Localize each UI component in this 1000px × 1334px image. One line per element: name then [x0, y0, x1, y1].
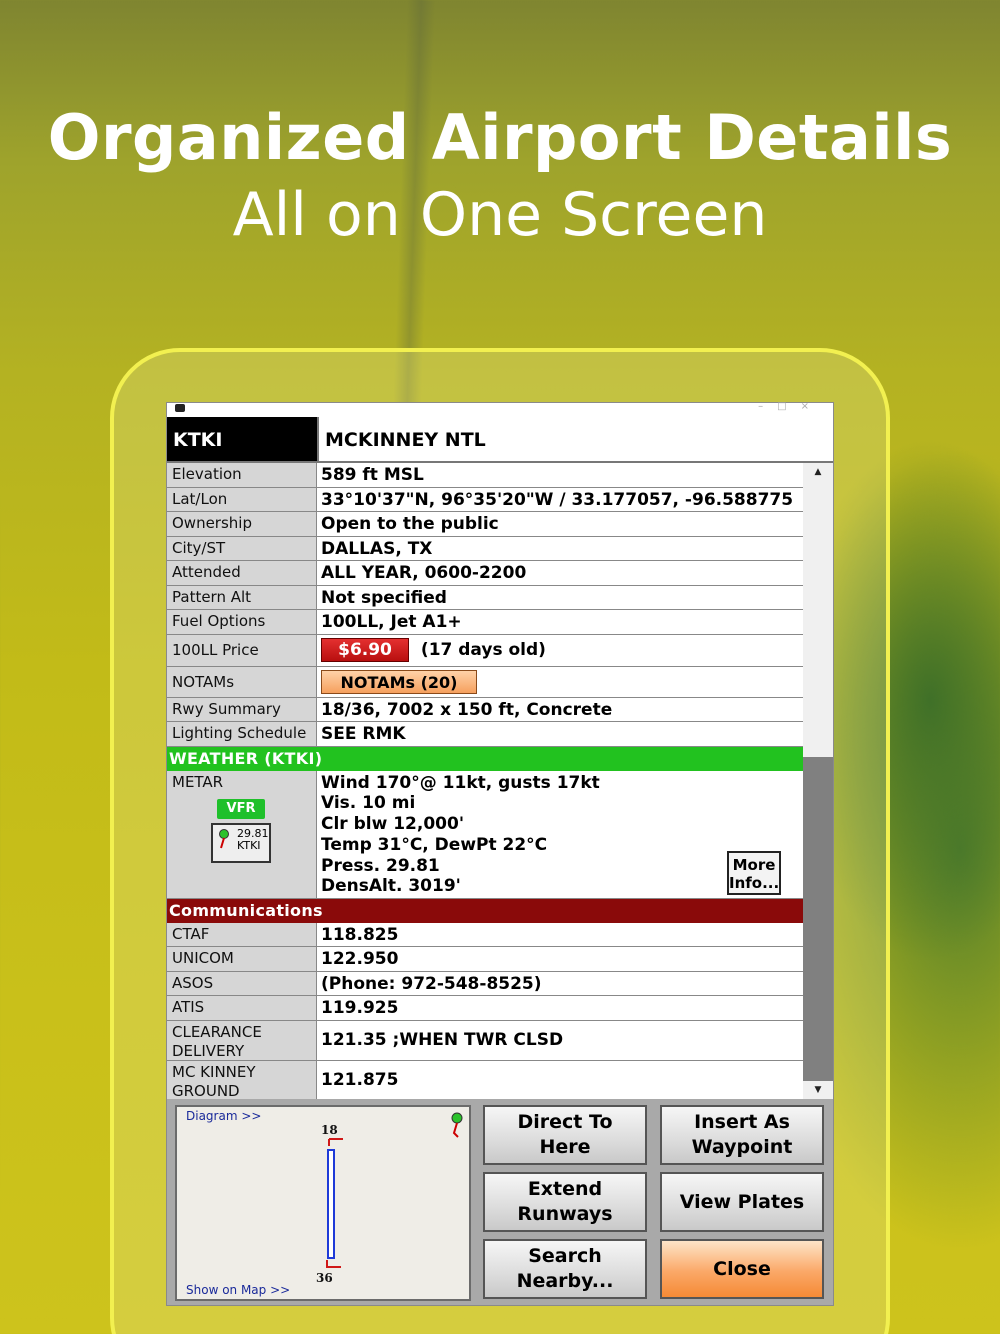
- metar-line: Wind 170°@ 11kt, gusts 17kt: [321, 772, 600, 793]
- row-label: Rwy Summary: [167, 697, 317, 721]
- airport-header: KTKI MCKINNEY NTL: [167, 417, 833, 463]
- detail-row: CTAF 118.825: [167, 922, 803, 947]
- detail-row: Fuel Options 100LL, Jet A1+: [167, 610, 803, 635]
- notams-row: NOTAMs NOTAMs (20): [167, 666, 803, 698]
- hero-subtitle: All on One Screen: [232, 180, 768, 250]
- price-row: 100LL Price $6.90 (17 days old): [167, 634, 803, 667]
- station-pin-icon: [219, 828, 229, 848]
- row-label: ASOS: [167, 971, 317, 995]
- details-list[interactable]: Elevation 589 ft MSL Lat/Lon 33°10'37"N, 96…: [167, 463, 803, 1099]
- row-label: City/ST: [167, 536, 317, 560]
- airport-name: MCKINNEY NTL: [317, 417, 833, 461]
- row-value: 18/36, 7002 x 150 ft, Concrete: [321, 699, 613, 720]
- hero-heading: Organized Airport Details All on One Scr…: [0, 100, 1000, 254]
- runway-18-label: 18: [321, 1123, 338, 1137]
- insert-waypoint-button[interactable]: Insert As Waypoint: [660, 1105, 824, 1165]
- row-value: Open to the public: [321, 514, 499, 534]
- row-label: Lat/Lon: [167, 487, 317, 511]
- hero-title: Organized Airport Details: [47, 101, 953, 174]
- view-plates-button[interactable]: View Plates: [660, 1172, 824, 1232]
- detail-row: Pattern Alt Not specified: [167, 585, 803, 610]
- row-value: 119.925: [321, 998, 399, 1018]
- station-model: 29.81 KTKI: [211, 822, 271, 863]
- metar-line: Vis. 10 mi: [321, 793, 416, 814]
- runway-36-threshold-icon: [326, 1260, 341, 1268]
- row-value: 121.35 ;WHEN TWR CLSD: [321, 1029, 564, 1050]
- detail-row: City/ST DALLAS, TX: [167, 536, 803, 561]
- metar-label: METAR: [172, 772, 224, 791]
- detail-row: CLEARANCE DELIVERY 121.35 ;WHEN TWR CLSD: [167, 1020, 803, 1061]
- communications-section-header: Communications: [167, 898, 803, 923]
- row-value: DALLAS, TX: [321, 538, 433, 559]
- scroll-up-arrow-icon[interactable]: ▲: [803, 463, 833, 481]
- row-value: 100LL, Jet A1+: [321, 612, 462, 632]
- row-label: ATIS: [167, 996, 317, 1020]
- station-id: KTKI: [237, 838, 261, 852]
- more-info-line2: Info...: [729, 873, 780, 892]
- row-label: 100LL Price: [167, 634, 317, 666]
- weather-section-header: WEATHER (KTKI): [167, 746, 803, 771]
- row-label: NOTAMs: [167, 666, 317, 697]
- notams-button[interactable]: NOTAMs (20): [321, 669, 477, 694]
- detail-row: Elevation 589 ft MSL: [167, 463, 803, 488]
- price-age: (17 days old): [420, 639, 546, 660]
- detail-row: ATIS 119.925: [167, 996, 803, 1021]
- extend-runways-button[interactable]: Extend Runways: [483, 1172, 647, 1232]
- runway-18-36: [327, 1149, 335, 1259]
- show-on-map-link[interactable]: Show on Map >>: [186, 1283, 290, 1297]
- airport-diagram[interactable]: Diagram >> Show on Map >> 18 36: [175, 1105, 471, 1301]
- station-pressure: 29.81: [237, 826, 269, 840]
- detail-row: UNICOM 122.950: [167, 947, 803, 972]
- detail-row: Ownership Open to the public: [167, 512, 803, 537]
- close-button[interactable]: Close: [660, 1239, 824, 1299]
- app-icon: [175, 404, 185, 412]
- detail-row: Attended ALL YEAR, 0600-2200: [167, 561, 803, 586]
- row-value: ALL YEAR, 0600-2200: [321, 563, 527, 583]
- location-pin-icon: [451, 1112, 463, 1138]
- row-label: Elevation: [167, 463, 317, 487]
- row-label: CLEARANCE DELIVERY: [167, 1020, 317, 1060]
- more-info-line1: More: [732, 855, 776, 874]
- row-label: Attended: [167, 561, 317, 585]
- vertical-scrollbar[interactable]: ▲ ▼: [803, 463, 833, 1099]
- metar-line: Clr blw 12,000': [321, 814, 465, 835]
- diagram-link[interactable]: Diagram >>: [186, 1109, 261, 1123]
- airport-code: KTKI: [167, 417, 317, 461]
- detail-row: Lighting Schedule SEE RMK: [167, 722, 803, 747]
- direct-to-button[interactable]: Direct To Here: [483, 1105, 647, 1165]
- weather-row: METAR VFR 29.81 KTKI Wind 170°@ 11kt, gu…: [167, 770, 803, 899]
- detail-row: Lat/Lon 33°10'37"N, 96°35'20"W / 33.17705…: [167, 487, 803, 512]
- detail-row: Rwy Summary 18/36, 7002 x 150 ft, Concret…: [167, 697, 803, 722]
- airport-info-window: –□× KTKI MCKINNEY NTL Elevation 589 ft MS…: [166, 401, 834, 1306]
- row-label: MC KINNEY GROUND: [167, 1060, 317, 1099]
- row-value: SEE RMK: [321, 724, 406, 744]
- row-label: UNICOM: [167, 947, 317, 971]
- scroll-down-arrow-icon[interactable]: ▼: [803, 1081, 833, 1099]
- search-nearby-button[interactable]: Search Nearby...: [483, 1239, 647, 1299]
- row-label: Fuel Options: [167, 610, 317, 634]
- more-info-button[interactable]: More Info...: [727, 850, 781, 895]
- fuel-price-badge[interactable]: $6.90: [321, 637, 409, 662]
- runway-18-threshold-icon: [328, 1138, 343, 1146]
- scroll-thumb[interactable]: [803, 481, 833, 757]
- row-value: Not specified: [321, 587, 447, 608]
- row-value: (Phone: 972-548-8525): [321, 973, 542, 994]
- row-label: Pattern Alt: [167, 585, 317, 609]
- row-label: Lighting Schedule: [167, 722, 317, 746]
- row-label: CTAF: [167, 922, 317, 946]
- row-value: 589 ft MSL: [321, 465, 424, 485]
- row-value: 118.825: [321, 924, 399, 945]
- row-value: 122.950: [321, 949, 399, 969]
- vfr-badge: VFR: [217, 798, 265, 819]
- window-titlebar: –□×: [167, 401, 833, 417]
- window-controls[interactable]: –□×: [758, 401, 823, 412]
- row-label: Ownership: [167, 512, 317, 536]
- row-value: 33°10'37"N, 96°35'20"W / 33.177057, -96.…: [321, 489, 794, 510]
- detail-row: ASOS (Phone: 972-548-8525): [167, 971, 803, 996]
- runway-36-label: 36: [316, 1271, 333, 1285]
- row-value: 121.875: [321, 1069, 399, 1090]
- detail-row: MC KINNEY GROUND 121.875: [167, 1060, 803, 1099]
